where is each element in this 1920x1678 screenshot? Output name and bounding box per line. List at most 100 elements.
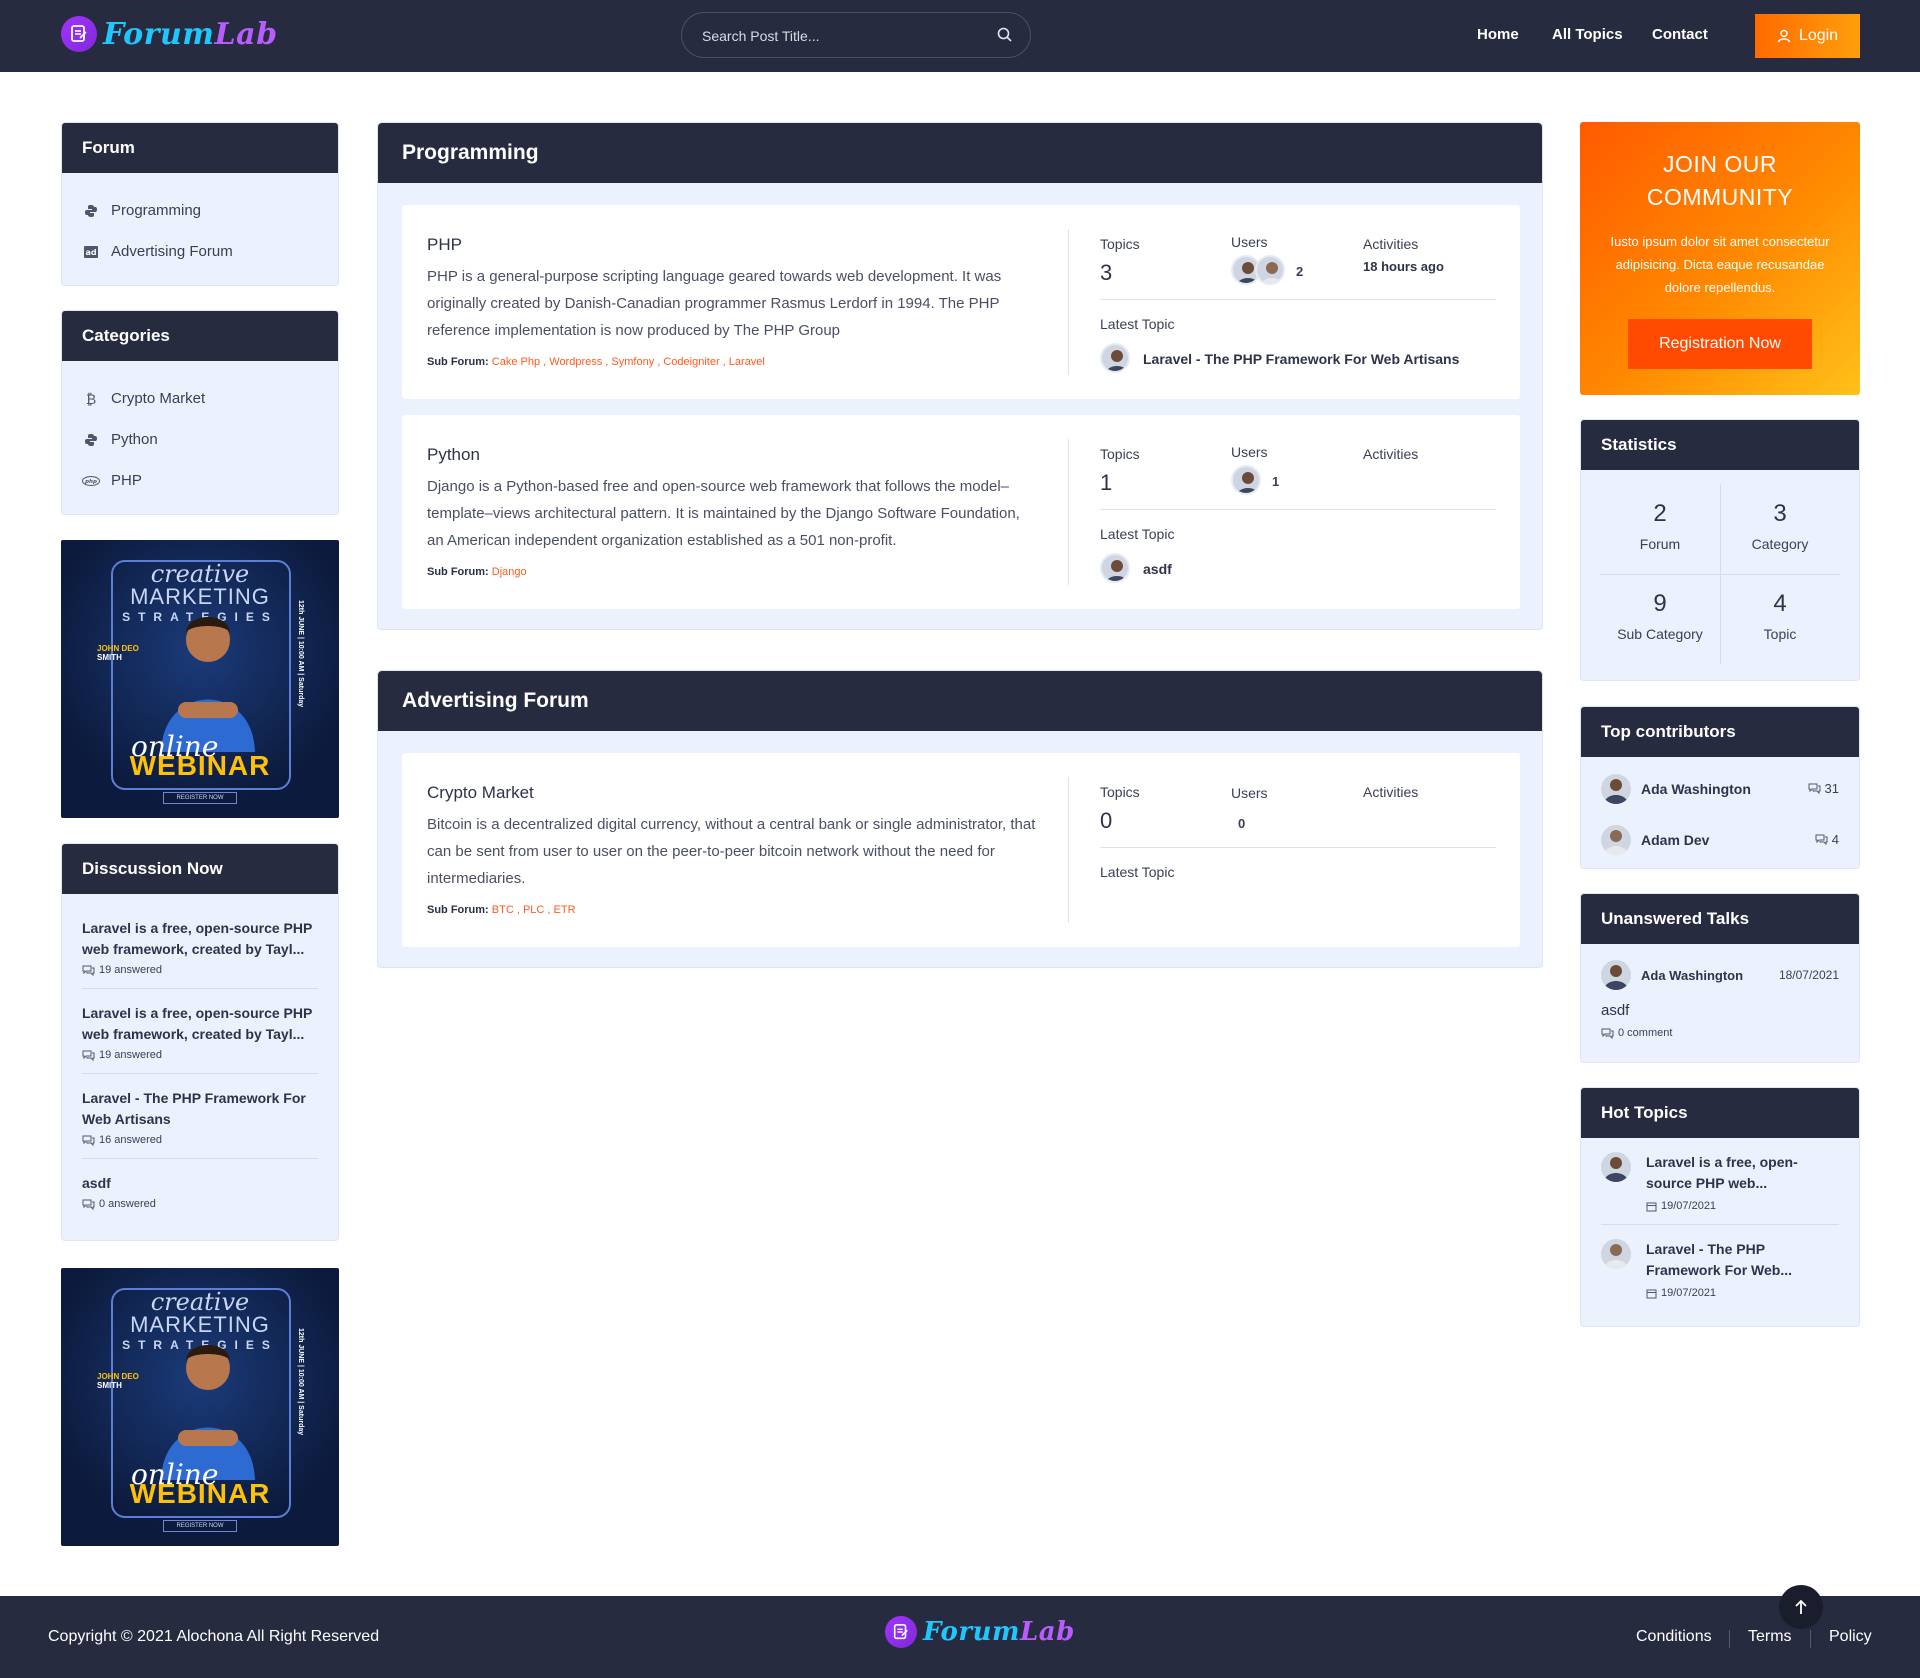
avatar [1601,773,1631,804]
scroll-to-top-button[interactable] [1779,1585,1823,1629]
contributor-count: 4 [1815,832,1839,847]
latest-topic-label: Latest Topic [1100,316,1175,332]
top-navbar: ForumLab Home All Topics Contact Login [0,0,1920,72]
topics-label: Topics [1100,236,1140,252]
stat-sub-category: 9 Sub Category [1617,590,1703,642]
avatar[interactable] [1231,465,1261,495]
comment-icon [1601,1028,1614,1039]
contributor-item[interactable]: Adam Dev 4 [1581,814,1859,865]
top-contributors-panel: Top contributors Ada Washington 31 Adam … [1580,706,1860,869]
unanswered-title: asdf [1601,1002,1630,1019]
python-icon [82,431,100,449]
avatar[interactable] [1100,343,1130,373]
latest-topic-link[interactable]: Laravel - The PHP Framework For Web Arti… [1143,351,1459,367]
ad-line-webinar: WEBINAR [129,750,271,781]
discussion-meta: 16 answered [82,1134,318,1146]
site-logo[interactable]: ForumLab [61,16,278,52]
sub-forum-links[interactable]: Cake Php , Wordpress , Symfony , Codeign… [492,356,765,368]
comment-icon [82,1135,95,1146]
discussion-meta: 0 answered [82,1198,318,1210]
discussion-item[interactable]: Laravel is a free, open-source PHP web f… [82,989,318,1074]
comment-icon [82,1199,95,1210]
discussion-meta: 19 answered [82,1049,318,1061]
hot-topic-item[interactable]: Laravel - The PHP Framework For Web... 1… [1601,1225,1839,1311]
forum-card-title[interactable]: Crypto Market [427,783,534,803]
avatar [1601,824,1631,855]
users-label: Users [1231,785,1268,801]
unanswered-item[interactable]: Ada Washington 18/07/2021 asdf 0 comment [1581,944,1859,1039]
forum-card-description: PHP is a general-purpose scripting langu… [427,268,1002,339]
avatar[interactable] [1100,553,1130,583]
stats-divider [1100,509,1496,510]
sub-forum-links[interactable]: BTC , PLC , ETR [492,904,576,916]
latest-topic-label: Latest Topic [1100,864,1175,880]
avatar[interactable] [1255,255,1285,285]
hot-topic-date: 19/07/2021 [1646,1200,1821,1212]
sub-forum-list: Sub Forum: Cake Php , Wordpress , Symfon… [427,356,765,368]
search-input[interactable] [702,24,992,48]
sidebar-item-php[interactable]: php PHP [62,460,338,501]
hot-topic-date: 19/07/2021 [1646,1287,1821,1299]
discussion-item[interactable]: Laravel - The PHP Framework For Web Arti… [82,1074,318,1159]
forum-card-description: Django is a Python-based free and open-s… [427,478,1020,549]
contributor-name: Ada Washington [1641,780,1751,797]
discussion-item[interactable]: Laravel is a free, open-source PHP web f… [82,904,318,989]
sub-forum-links[interactable]: Django [492,566,527,578]
discussion-title: Laravel - The PHP Framework For Web Arti… [82,1090,306,1127]
discussion-item[interactable]: asdf 0 answered [82,1159,318,1222]
latest-topic-link[interactable]: asdf [1143,561,1172,577]
nav-home[interactable]: Home [1477,26,1519,43]
registration-button[interactable]: Registration Now [1628,319,1812,369]
forum-card-title[interactable]: PHP [427,235,462,255]
forum-card-python: Python Django is a Python-based free and… [402,415,1520,609]
unanswered-talks-panel: Unanswered Talks Ada Washington 18/07/20… [1580,893,1860,1063]
footer-link-policy[interactable]: Policy [1829,1628,1872,1646]
hot-topics-title: Hot Topics [1581,1088,1859,1138]
forum-section-title: Advertising Forum [378,671,1542,731]
forum-panel-title: Forum [62,123,338,173]
webinar-ad-banner[interactable]: creative MARKETING STRATEGIES JOHN DEO SM… [61,1268,339,1546]
login-button[interactable]: Login [1755,14,1860,58]
hot-topic-item[interactable]: Laravel is a free, open-source PHP web..… [1601,1138,1839,1225]
logo-text: ForumLab [103,16,278,52]
comment-icon [1808,783,1821,794]
users-count: 2 [1296,264,1304,279]
search-icon[interactable] [996,26,1014,44]
forum-card-title[interactable]: Python [427,445,480,465]
statistics-panel-title: Statistics [1581,420,1859,470]
sidebar-item-python[interactable]: Python [62,419,338,460]
join-community-card: JOIN OUR COMMUNITY Iusto ipsum dolor sit … [1580,122,1860,395]
sidebar-item-crypto-market[interactable]: ₿ Crypto Market [62,378,338,419]
footer-link-conditions[interactable]: Conditions [1636,1628,1712,1646]
logo-text: ForumLab [923,1617,1075,1647]
topics-count: 1 [1100,470,1113,495]
hot-topics-panel: Hot Topics Laravel is a free, open-sourc… [1580,1087,1860,1327]
topics-label: Topics [1100,784,1140,800]
forum-section-programming: Programming PHP PHP is a general-purpose… [377,122,1543,630]
nav-all-topics[interactable]: All Topics [1552,26,1623,43]
avatar [1601,1239,1631,1269]
stats-divider [1100,847,1496,848]
sub-forum-list: Sub Forum: Django [427,566,527,578]
svg-text:php: php [84,479,97,485]
footer-logo[interactable]: ForumLab [885,1616,1075,1648]
webinar-ad-banner[interactable]: creative MARKETING STRATEGIES JOHN DEO SM… [61,540,339,818]
top-contributors-title: Top contributors [1581,707,1859,757]
contributor-item[interactable]: Ada Washington 31 [1581,763,1859,814]
discussion-title: Laravel is a free, open-source PHP web f… [82,1005,313,1042]
forum-panel: Forum Programming ad Advertising Forum [61,122,339,286]
ad-register-label: REGISTER NOW [163,792,237,804]
contributor-count: 31 [1808,781,1839,796]
stat-category: 3 Category [1751,500,1809,552]
avatar [1601,960,1631,990]
footer-link-terms[interactable]: Terms [1748,1628,1792,1646]
sidebar-item-advertising-forum[interactable]: ad Advertising Forum [62,231,338,272]
sidebar-item-programming[interactable]: Programming [62,190,338,231]
nav-contact[interactable]: Contact [1652,26,1708,43]
python-icon [82,202,100,220]
copyright-text: Copyright © 2021 Alochona All Right Rese… [48,1628,380,1645]
logo-badge-icon [61,16,97,52]
forum-card-description: Bitcoin is a decentralized digital curre… [427,816,1036,887]
ad-speaker-name: JOHN DEO SMITH [97,644,139,662]
stat-topic: 4 Topic [1763,590,1797,642]
